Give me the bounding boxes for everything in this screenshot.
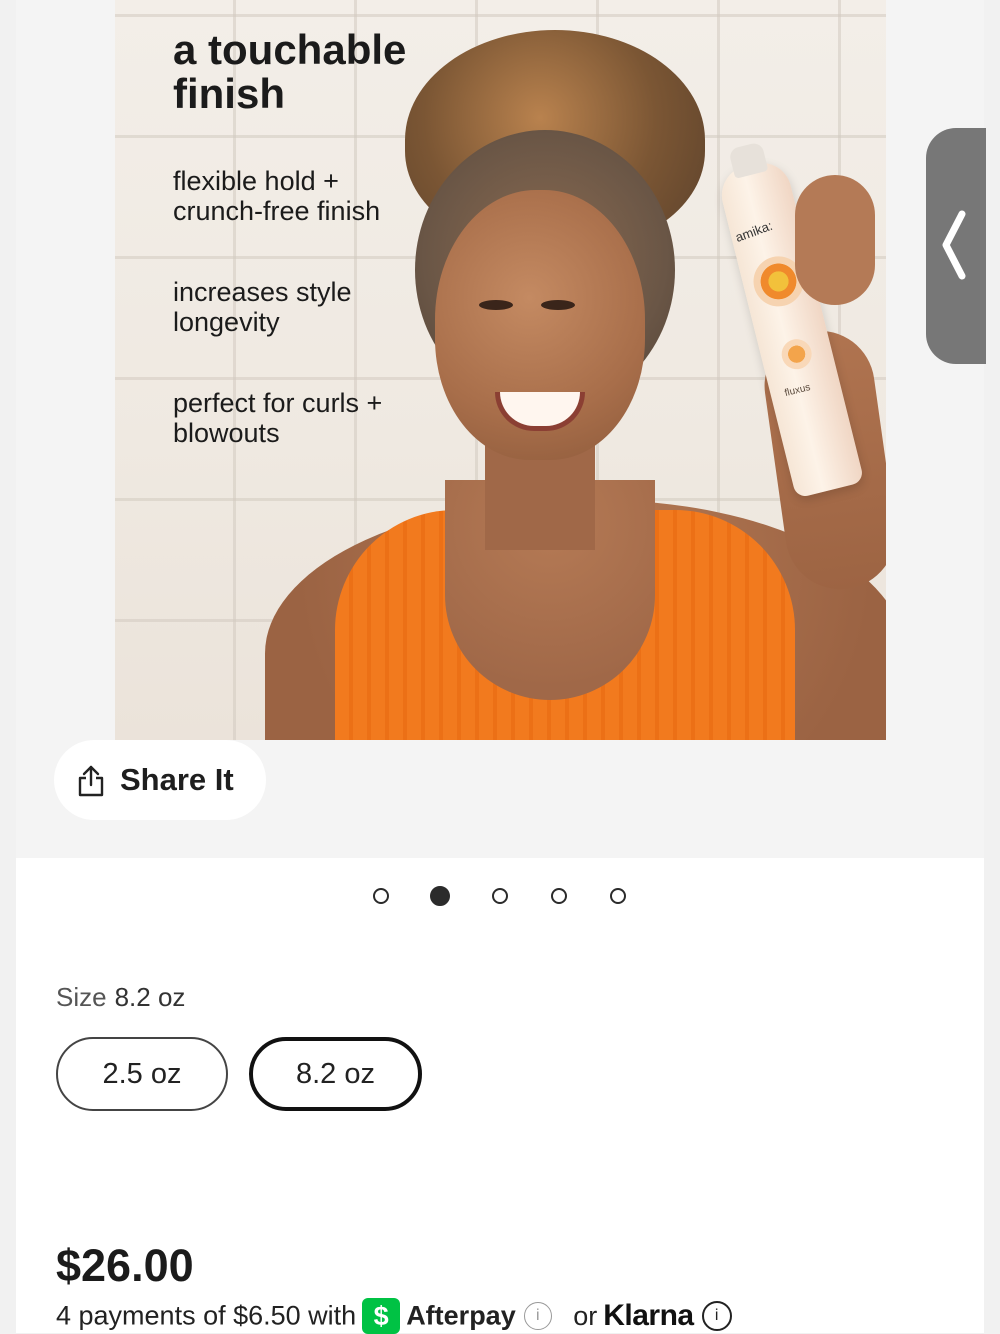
size-option-2-5oz[interactable]: 2.5 oz	[56, 1037, 228, 1111]
share-button[interactable]: Share It	[54, 740, 266, 820]
size-selected-value: 8.2 oz	[114, 982, 186, 1012]
left-eye	[479, 300, 513, 310]
carousel-indicators	[16, 886, 984, 910]
klarna-logo: Klarna	[603, 1299, 694, 1332]
product-page: amika: fluxus a touchable finish flexibl…	[16, 0, 984, 1334]
size-option-8-2oz[interactable]: 8.2 oz	[249, 1037, 422, 1111]
hero-feature: perfect for curls + blowouts	[173, 388, 383, 448]
afterpay-name: Afterpay	[406, 1300, 516, 1331]
carousel-dot[interactable]	[551, 888, 567, 904]
size-selection-label: Size 8.2 oz	[56, 982, 185, 1013]
can-product-name: fluxus	[783, 382, 812, 400]
klarna-info-icon[interactable]: i	[701, 1301, 732, 1331]
afterpay-logo: $	[362, 1298, 401, 1334]
side-panel-toggle[interactable]	[926, 128, 986, 364]
or-text: or	[573, 1300, 598, 1331]
flower-graphic-small	[778, 335, 815, 373]
hand	[795, 175, 875, 305]
can-cap	[728, 141, 769, 179]
right-eye	[541, 300, 575, 310]
hero-feature: increases style longevity	[173, 277, 352, 337]
price: $26.00	[56, 1240, 194, 1291]
share-label: Share It	[120, 762, 234, 797]
installment-text: 4 payments of $6.50 with	[56, 1300, 357, 1331]
carousel-dot[interactable]	[373, 888, 389, 904]
size-label: Size	[56, 982, 107, 1012]
carousel-dot[interactable]	[610, 888, 626, 904]
product-gallery[interactable]: amika: fluxus a touchable finish flexibl…	[16, 0, 984, 858]
hero-feature: flexible hold + crunch-free finish	[173, 166, 381, 226]
share-icon	[78, 765, 104, 797]
afterpay-info-icon[interactable]: i	[523, 1302, 552, 1330]
can-brand: amika:	[733, 217, 775, 245]
product-image[interactable]: amika: fluxus a touchable finish flexibl…	[115, 0, 886, 740]
hero-headline: a touchable finish	[173, 26, 407, 117]
installment-info: 4 payments of $6.50 with $ Afterpay i or Kla…	[56, 1298, 732, 1334]
carousel-dot[interactable]	[492, 888, 508, 904]
chevron-left-icon	[942, 210, 966, 280]
carousel-dot-active[interactable]	[430, 886, 450, 906]
